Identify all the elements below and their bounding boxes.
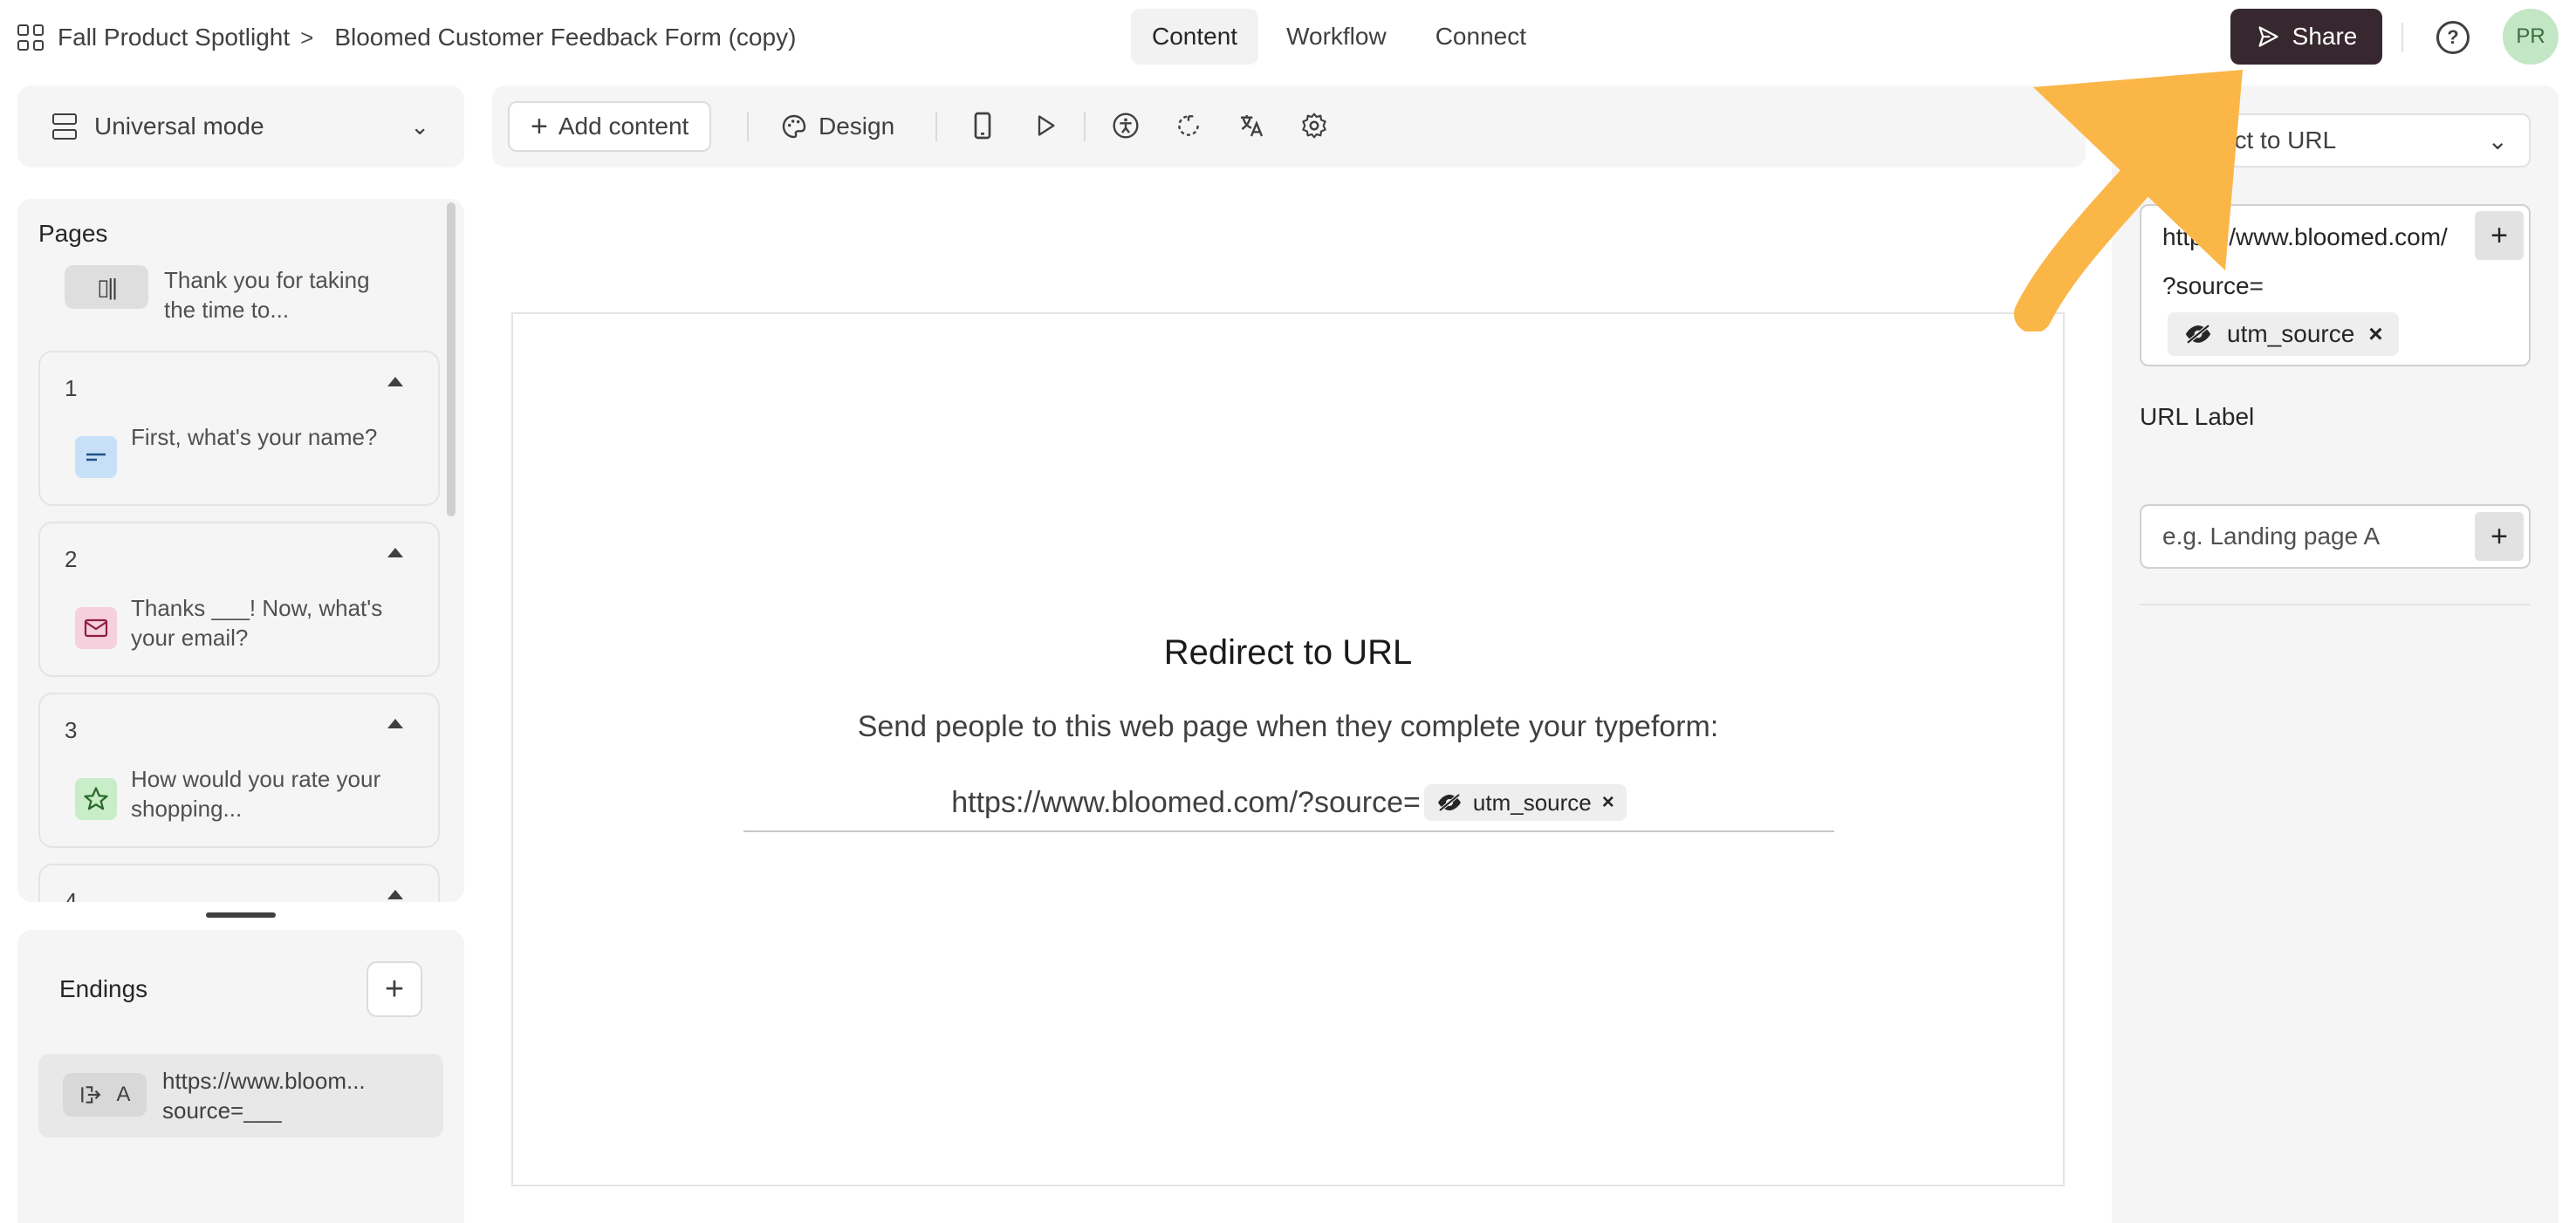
- plus-icon: +: [531, 109, 548, 143]
- translate-icon[interactable]: [1234, 108, 1269, 143]
- ending-item-text: https://www.bloom... source=___: [162, 1068, 366, 1124]
- main-tabs: Content Workflow Connect: [1131, 9, 1547, 65]
- workspaces-grid-icon[interactable]: [17, 24, 44, 51]
- send-icon: [2258, 26, 2278, 47]
- gear-icon[interactable]: [1297, 108, 1332, 143]
- eye-off-icon: [1437, 793, 1461, 812]
- ending-settings-panel: Redirect to URL ⌄ https://www.bloomed.co…: [2112, 85, 2559, 1223]
- redirect-icon: A: [63, 1073, 147, 1117]
- url-label-input[interactable]: e.g. Landing page A +: [2140, 504, 2531, 569]
- tab-workflow[interactable]: Workflow: [1265, 9, 1408, 65]
- form-preview-canvas: Redirect to URL Send people to this web …: [511, 312, 2065, 1186]
- url-label-placeholder: e.g. Landing page A: [2162, 523, 2381, 550]
- endings-title: Endings: [59, 975, 148, 1002]
- toolbar-divider: [935, 112, 937, 141]
- share-button-label: Share: [2292, 23, 2358, 50]
- close-icon[interactable]: ×: [2368, 320, 2382, 348]
- add-variable-button[interactable]: +: [2475, 211, 2524, 260]
- question-text: Thanks ___! Now, what's your email?: [131, 595, 383, 651]
- help-icon[interactable]: ?: [2436, 21, 2470, 54]
- close-icon[interactable]: ×: [1602, 790, 1614, 815]
- chevron-down-icon: ⌄: [2487, 126, 2508, 154]
- add-content-button[interactable]: + Add content: [508, 101, 712, 152]
- mode-selector[interactable]: Universal mode ⌄: [17, 85, 464, 167]
- mode-selector-label: Universal mode: [94, 113, 264, 140]
- redirect-url-input[interactable]: https://www.bloomed.com/ ?source= utm_so…: [2140, 204, 2531, 366]
- ending-type-value: Redirect to URL: [2162, 126, 2337, 154]
- collapse-caret-icon[interactable]: [387, 377, 403, 386]
- star-icon: [75, 778, 117, 820]
- variable-chip-label: utm_source: [2227, 320, 2355, 347]
- question-text: First, what's your name?: [131, 424, 378, 450]
- toolbar-divider: [1084, 112, 1086, 141]
- url-label-title: URL Label: [2140, 403, 2255, 430]
- endings-panel: Endings + A https://www.bloom... source=…: [17, 930, 464, 1223]
- collapse-caret-icon[interactable]: [387, 719, 403, 728]
- variable-chip[interactable]: utm_source ×: [2168, 312, 2399, 356]
- pages-scrollbar[interactable]: [447, 202, 456, 516]
- palette-icon: [782, 114, 806, 139]
- question-number: 2: [65, 546, 78, 572]
- tab-connect[interactable]: Connect: [1415, 9, 1547, 65]
- add-ending-button[interactable]: +: [367, 961, 422, 1017]
- question-number: 4: [65, 888, 78, 902]
- ending-letter: A: [116, 1083, 131, 1106]
- welcome-screen-text: Thank you for taking the time to...: [164, 267, 370, 323]
- chevron-down-icon: ⌄: [410, 113, 429, 140]
- mobile-preview-icon[interactable]: [965, 108, 1000, 143]
- add-label-variable-button[interactable]: +: [2475, 512, 2524, 561]
- pages-panel: Pages ▯|| Thank you for taking the time …: [17, 199, 464, 902]
- url-input-line-2: ?source=: [2162, 272, 2264, 299]
- panel-resize-handle[interactable]: [206, 912, 276, 918]
- question-card-3[interactable]: 3 How would you rate your shopping...: [38, 693, 440, 848]
- url-input-line-1: https://www.bloomed.com/: [2162, 223, 2448, 250]
- welcome-screen-item[interactable]: ▯|| Thank you for taking the time to...: [65, 265, 391, 325]
- ending-item-a[interactable]: A https://www.bloom... source=___: [38, 1054, 443, 1138]
- collapse-caret-icon[interactable]: [387, 890, 403, 899]
- design-button[interactable]: Design: [780, 101, 894, 152]
- breadcrumb-form-title[interactable]: Bloomed Customer Feedback Form (copy): [334, 24, 796, 51]
- question-number: 1: [65, 375, 78, 401]
- settings-divider: [2140, 604, 2531, 605]
- question-card-4[interactable]: 4: [38, 864, 440, 902]
- tab-content[interactable]: Content: [1131, 9, 1259, 65]
- avatar[interactable]: PR: [2503, 9, 2559, 65]
- breadcrumb-separator: >: [300, 24, 314, 51]
- redirect-title: Redirect to URL: [1163, 633, 1413, 672]
- ending-type-select[interactable]: Redirect to URL ⌄: [2140, 113, 2531, 167]
- breadcrumb-workspace[interactable]: Fall Product Spotlight: [58, 24, 290, 51]
- collapse-caret-icon[interactable]: [387, 548, 403, 557]
- editor-toolbar: + Add content Design: [492, 85, 2086, 167]
- logic-icon[interactable]: [1171, 108, 1206, 143]
- variable-chip-label: utm_source: [1472, 789, 1592, 816]
- header-divider: [2401, 23, 2403, 52]
- add-content-label: Add content: [558, 113, 689, 140]
- toolbar-divider: [747, 112, 749, 141]
- question-text: How would you rate your shopping...: [131, 766, 381, 822]
- question-card-1[interactable]: 1 First, what's your name?: [38, 351, 440, 506]
- play-icon[interactable]: [1028, 108, 1063, 143]
- short-text-icon: [75, 436, 117, 478]
- eye-off-icon: [2185, 324, 2211, 345]
- layout-icon: [52, 113, 77, 140]
- top-bar: Fall Product Spotlight > Bloomed Custome…: [0, 0, 2576, 75]
- share-button[interactable]: Share: [2230, 9, 2382, 65]
- redirect-subtitle: Send people to this web page when they c…: [857, 710, 1719, 743]
- question-card-2[interactable]: 2 Thanks ___! Now, what's your email?: [38, 522, 440, 677]
- design-label: Design: [819, 113, 895, 140]
- breadcrumb: Fall Product Spotlight > Bloomed Custome…: [17, 19, 796, 56]
- welcome-screen-icon: ▯||: [65, 265, 148, 309]
- redirect-url-text: https://www.bloomed.com/?source=: [951, 785, 1421, 819]
- email-icon: [75, 607, 117, 649]
- redirect-url-field[interactable]: https://www.bloomed.com/?source= utm_sou…: [743, 782, 1834, 832]
- accessibility-icon[interactable]: [1108, 108, 1143, 143]
- question-number: 3: [65, 717, 78, 743]
- pages-title: Pages: [38, 220, 108, 247]
- variable-chip[interactable]: utm_source ×: [1423, 784, 1627, 821]
